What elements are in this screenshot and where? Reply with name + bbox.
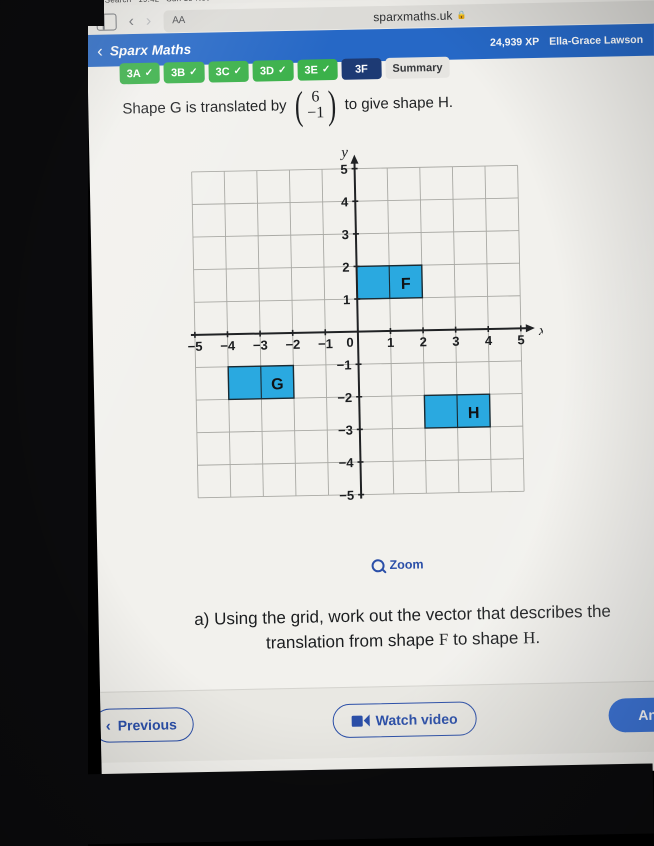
bezel-bottom bbox=[0, 763, 654, 846]
check-icon: ✓ bbox=[233, 65, 243, 78]
tab-3d-label: 3D bbox=[259, 64, 275, 78]
question-prefix: Shape G is translated by bbox=[122, 97, 287, 118]
tab-3a-label: 3A bbox=[126, 67, 141, 80]
check-icon: ✓ bbox=[189, 66, 198, 78]
tablet-screen: ◀ Search 19:42 Sun 10 Nov ‹ › AA sparxma… bbox=[86, 0, 654, 782]
chevron-left-icon: ‹ bbox=[105, 717, 111, 735]
question-suffix: to give shape H. bbox=[344, 93, 454, 114]
tab-3a[interactable]: 3A ✓ bbox=[119, 62, 161, 85]
status-back-label: Search bbox=[105, 0, 132, 4]
tab-3c[interactable]: 3C ✓ bbox=[208, 60, 250, 83]
shape-h-label: H bbox=[468, 405, 480, 422]
app-back-icon[interactable]: ‹ bbox=[97, 41, 103, 60]
svg-text:−4: −4 bbox=[220, 338, 236, 353]
vector-y: −1 bbox=[307, 104, 325, 122]
lock-icon: 🔒 bbox=[456, 10, 467, 20]
answer-button[interactable]: Answer bbox=[608, 696, 654, 733]
svg-text:−1: −1 bbox=[337, 357, 352, 372]
tab-3e[interactable]: 3E ✓ bbox=[297, 58, 338, 81]
svg-text:4: 4 bbox=[341, 194, 349, 209]
tab-3d[interactable]: 3D ✓ bbox=[252, 59, 294, 82]
tab-3b[interactable]: 3B ✓ bbox=[163, 61, 205, 84]
bottom-action-bar: ‹ Previous Watch video Answer bbox=[92, 679, 654, 763]
text-size-button[interactable]: AA bbox=[172, 15, 185, 26]
bezel-topleft bbox=[0, 0, 104, 26]
part-a-line1: Using the grid, work out the vector that… bbox=[213, 601, 612, 629]
tab-3f[interactable]: 3F bbox=[341, 58, 382, 80]
bezel-left bbox=[0, 0, 88, 846]
question-statement: Shape G is translated by ( 6 −1 ) to giv… bbox=[122, 82, 643, 128]
svg-text:0: 0 bbox=[346, 335, 354, 350]
user-name[interactable]: Ella-Grace Lawson bbox=[549, 34, 643, 48]
svg-text:1: 1 bbox=[343, 292, 351, 307]
svg-text:−5: −5 bbox=[188, 339, 203, 354]
check-icon: ✓ bbox=[144, 67, 154, 79]
watch-video-label: Watch video bbox=[375, 710, 458, 729]
svg-text:y: y bbox=[339, 145, 348, 161]
tab-summary[interactable]: Summary bbox=[385, 56, 450, 80]
vector-components: 6 −1 bbox=[306, 88, 326, 122]
svg-text:−3: −3 bbox=[338, 423, 353, 438]
part-a-line2-pre: translation from shape bbox=[265, 629, 435, 653]
watch-video-button[interactable]: Watch video bbox=[332, 701, 477, 739]
tab-3b-label: 3B bbox=[170, 66, 186, 79]
part-a-prompt: a) Using the grid, work out the vector t… bbox=[112, 598, 654, 659]
coordinate-grid-svg: F G Hx y −5 −4 −3 −2 −1 0 1 2 3 4 5 −5 −4 −3 −2 −1 1 2 3 4 5 bbox=[188, 145, 546, 503]
svg-text:3: 3 bbox=[342, 227, 350, 242]
svg-text:−5: −5 bbox=[339, 488, 354, 503]
check-icon: ✓ bbox=[321, 64, 331, 76]
shape-f-ref: F bbox=[438, 629, 449, 649]
svg-text:1: 1 bbox=[387, 335, 395, 350]
svg-text:5: 5 bbox=[517, 332, 525, 347]
part-a-period: . bbox=[535, 627, 541, 647]
translation-vector: ( 6 −1 ) bbox=[292, 82, 338, 128]
part-a-marker: a) bbox=[194, 609, 210, 629]
shape-g-label: G bbox=[271, 376, 284, 393]
tab-3c-label: 3C bbox=[215, 65, 230, 78]
browser-back-icon[interactable]: ‹ bbox=[128, 13, 134, 30]
svg-text:−2: −2 bbox=[285, 337, 300, 352]
svg-text:−1: −1 bbox=[318, 336, 333, 351]
tab-summary-label: Summary bbox=[392, 61, 443, 75]
svg-text:−3: −3 bbox=[253, 337, 268, 352]
zoom-label: Zoom bbox=[389, 557, 424, 573]
status-date: Sun 10 Nov bbox=[166, 0, 210, 3]
zoom-button[interactable]: Zoom bbox=[97, 552, 654, 578]
check-icon: ✓ bbox=[277, 64, 287, 77]
status-time: 19:42 bbox=[138, 0, 159, 3]
answer-label: Answer bbox=[638, 706, 654, 724]
svg-text:5: 5 bbox=[340, 162, 348, 177]
svg-text:2: 2 bbox=[342, 260, 350, 275]
tab-3e-label: 3E bbox=[304, 63, 319, 77]
video-camera-icon bbox=[351, 714, 370, 727]
browser-forward-icon[interactable]: › bbox=[146, 12, 152, 29]
previous-label: Previous bbox=[117, 716, 178, 734]
shape-h-ref: H bbox=[522, 627, 536, 647]
svg-text:4: 4 bbox=[485, 333, 493, 348]
magnifier-icon bbox=[371, 558, 385, 572]
svg-text:x: x bbox=[538, 323, 546, 339]
svg-text:−4: −4 bbox=[339, 455, 355, 470]
photograph-of-tablet-screen: ◀ Search 19:42 Sun 10 Nov ‹ › AA sparxma… bbox=[0, 0, 654, 846]
shape-f-label: F bbox=[401, 276, 411, 293]
tab-3f-label: 3F bbox=[354, 62, 368, 76]
vector-x: 6 bbox=[311, 88, 320, 106]
svg-text:3: 3 bbox=[452, 334, 460, 349]
svg-text:2: 2 bbox=[420, 334, 428, 349]
part-a-line2-mid: to shape bbox=[452, 628, 519, 649]
svg-text:−2: −2 bbox=[337, 390, 352, 405]
previous-button[interactable]: ‹ Previous bbox=[92, 706, 195, 744]
xp-counter: 24,939 XP bbox=[489, 35, 540, 49]
app-title: Sparx Maths bbox=[109, 41, 192, 59]
address-bar-url: sparxmaths.uk bbox=[373, 8, 453, 24]
coordinate-grid[interactable]: F G Hx y −5 −4 −3 −2 −1 0 1 2 3 4 5 −5 −4 −3 −2 −1 1 2 3 4 5 bbox=[169, 143, 546, 520]
